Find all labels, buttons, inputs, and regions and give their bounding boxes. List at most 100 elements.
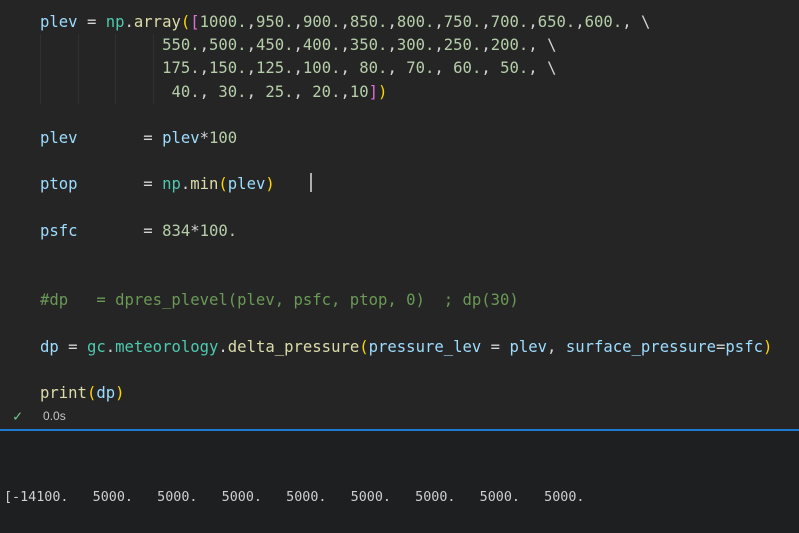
code-token: plev bbox=[162, 129, 200, 147]
code-token: plev bbox=[228, 175, 266, 193]
code-token: , bbox=[200, 36, 209, 54]
code-token: 175. bbox=[162, 59, 200, 77]
code-token: 20. bbox=[312, 83, 340, 101]
vscode-notebook-cell: plev = np.array([1000.,950.,900.,850.,80… bbox=[0, 0, 799, 533]
code-token: np bbox=[162, 175, 181, 193]
code-token: 500. bbox=[209, 36, 247, 54]
code-token: surface_pressure bbox=[566, 338, 716, 356]
code-token: ptop bbox=[40, 175, 78, 193]
code-token: psfc bbox=[725, 338, 763, 356]
code-token: , bbox=[340, 83, 349, 101]
code-token: ) bbox=[378, 83, 387, 101]
code-token: . bbox=[125, 13, 134, 31]
code-token: 1000. bbox=[200, 13, 247, 31]
code-token: #dp = dpres_plevel(plev, psfc, ptop, 0) … bbox=[40, 291, 519, 309]
code-token: , bbox=[387, 36, 396, 54]
output-line: [-14100. 5000. 5000. 5000. 5000. 5000. 5… bbox=[4, 486, 584, 509]
code-token: = bbox=[716, 338, 725, 356]
code-token: , bbox=[340, 59, 359, 77]
code-token: , bbox=[340, 36, 349, 54]
code-line: print(dp) bbox=[40, 382, 772, 405]
code-token: 25. bbox=[265, 83, 293, 101]
code-line bbox=[40, 312, 772, 335]
code-token: , \ bbox=[528, 59, 556, 77]
output-array-text: [-14100. 5000. 5000. 5000. 5000. 5000. 5… bbox=[4, 440, 584, 533]
code-token bbox=[40, 36, 162, 54]
code-token: , bbox=[434, 59, 453, 77]
code-token: 700. bbox=[491, 13, 529, 31]
code-token: 850. bbox=[350, 13, 388, 31]
code-token: np bbox=[106, 13, 125, 31]
code-token: = bbox=[481, 338, 509, 356]
cell-execution-status: ✓ 0.0s bbox=[0, 403, 799, 429]
code-line: 550.,500.,450.,400.,350.,300.,250.,200.,… bbox=[40, 34, 772, 57]
code-token: 450. bbox=[256, 36, 294, 54]
code-token: ( bbox=[87, 384, 96, 402]
code-token: , bbox=[200, 83, 219, 101]
code-token: , bbox=[575, 13, 584, 31]
text-cursor bbox=[310, 173, 312, 192]
code-token: , bbox=[528, 13, 537, 31]
code-line: #dp = dpres_plevel(plev, psfc, ptop, 0) … bbox=[40, 289, 772, 312]
code-line bbox=[40, 104, 772, 127]
code-token: 100. bbox=[200, 222, 238, 240]
code-token: ( bbox=[218, 175, 227, 193]
code-token: . bbox=[218, 338, 227, 356]
code-area[interactable]: plev = np.array([1000.,950.,900.,850.,80… bbox=[40, 11, 772, 405]
code-token: print bbox=[40, 384, 87, 402]
code-token: 100 bbox=[209, 129, 237, 147]
code-token: 80. bbox=[359, 59, 387, 77]
code-token: 70. bbox=[406, 59, 434, 77]
code-token: pressure_lev bbox=[369, 338, 482, 356]
code-line bbox=[40, 150, 772, 173]
code-token: , bbox=[294, 83, 313, 101]
notebook-cell-editor[interactable]: plev = np.array([1000.,950.,900.,850.,80… bbox=[0, 0, 799, 429]
code-token: 650. bbox=[538, 13, 576, 31]
code-token: = bbox=[78, 129, 163, 147]
code-token: , bbox=[481, 36, 490, 54]
code-token: ) bbox=[763, 338, 772, 356]
code-token: 40. bbox=[171, 83, 199, 101]
code-token: 550. bbox=[162, 36, 200, 54]
code-line: 175.,150.,125.,100., 80., 70., 60., 50.,… bbox=[40, 57, 772, 80]
code-line bbox=[40, 266, 772, 289]
code-token: , \ bbox=[528, 36, 556, 54]
code-token: 60. bbox=[453, 59, 481, 77]
code-token: 834 bbox=[162, 222, 190, 240]
code-token: ( bbox=[359, 338, 368, 356]
code-token: ( bbox=[181, 13, 190, 31]
code-token: 200. bbox=[491, 36, 529, 54]
code-token: , bbox=[434, 13, 443, 31]
code-token: gc bbox=[87, 338, 106, 356]
code-token: , bbox=[387, 13, 396, 31]
success-check-icon: ✓ bbox=[13, 409, 22, 424]
code-token: 50. bbox=[500, 59, 528, 77]
code-line: 40., 30., 25., 20.,10]) bbox=[40, 81, 772, 104]
code-token: * bbox=[200, 129, 209, 147]
code-line bbox=[40, 197, 772, 220]
code-token: , bbox=[341, 13, 350, 31]
code-token: , bbox=[247, 83, 266, 101]
code-token: 300. bbox=[397, 36, 435, 54]
execution-time: 0.0s bbox=[43, 409, 66, 423]
code-line bbox=[40, 359, 772, 382]
code-token: dp bbox=[40, 338, 59, 356]
code-token: , bbox=[294, 59, 303, 77]
code-token: , bbox=[200, 59, 209, 77]
code-token: , \ bbox=[622, 13, 650, 31]
code-token: plev bbox=[40, 129, 78, 147]
code-token: 10 bbox=[350, 83, 369, 101]
code-token: , bbox=[481, 13, 490, 31]
code-token: ) bbox=[115, 384, 124, 402]
code-token: ) bbox=[265, 175, 274, 193]
code-token: , bbox=[547, 338, 566, 356]
code-token: , bbox=[294, 13, 303, 31]
code-token: array bbox=[134, 13, 181, 31]
code-token: meteorology bbox=[115, 338, 218, 356]
code-token bbox=[40, 83, 171, 101]
code-token: , bbox=[481, 59, 500, 77]
code-token: , bbox=[434, 36, 443, 54]
code-token: 125. bbox=[256, 59, 294, 77]
code-token: = bbox=[78, 175, 163, 193]
code-token: [ bbox=[190, 13, 199, 31]
